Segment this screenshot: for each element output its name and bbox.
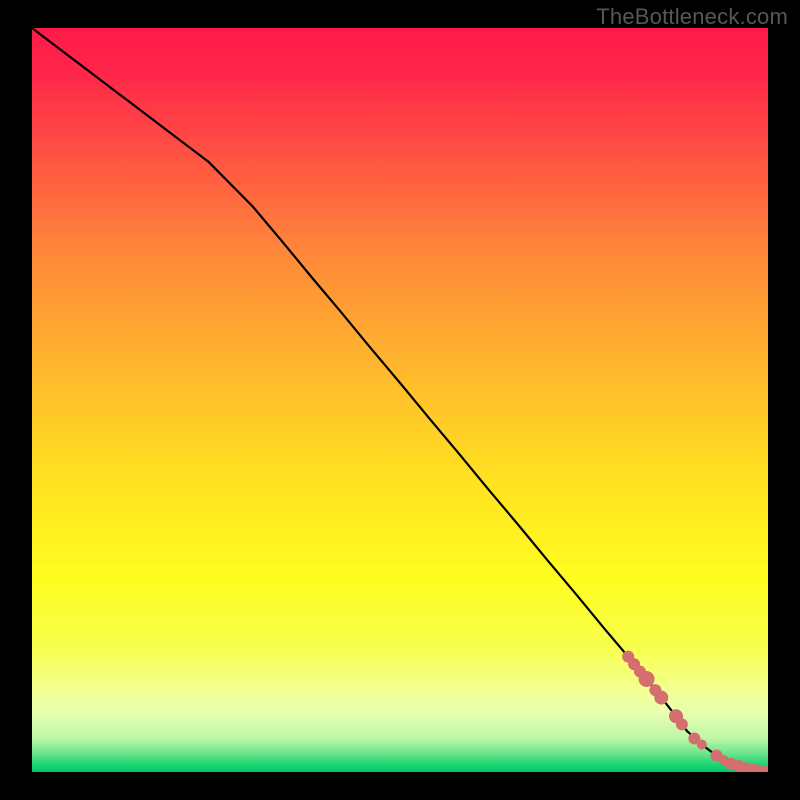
gradient-background bbox=[32, 28, 768, 772]
data-marker bbox=[676, 718, 688, 730]
chart-stage: TheBottleneck.com bbox=[0, 0, 800, 800]
chart-svg bbox=[0, 0, 800, 800]
watermark-text: TheBottleneck.com bbox=[596, 4, 788, 30]
data-marker bbox=[697, 739, 707, 749]
data-marker bbox=[654, 691, 668, 705]
data-marker bbox=[639, 671, 655, 687]
data-marker bbox=[762, 766, 774, 778]
